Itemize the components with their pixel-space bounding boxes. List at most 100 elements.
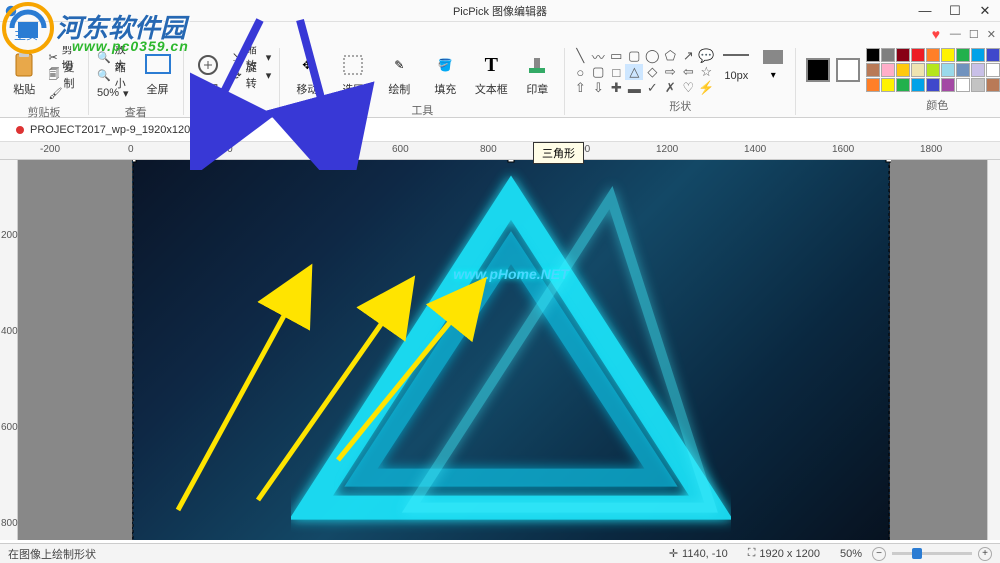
ruler-horizontal: -200020040060080010001200140016001800 — [0, 142, 1000, 160]
color-swatch[interactable] — [896, 78, 910, 92]
color-swatch[interactable] — [881, 78, 895, 92]
color2[interactable] — [836, 58, 860, 82]
color-swatch[interactable] — [986, 78, 1000, 92]
unsaved-dot-icon — [16, 126, 24, 134]
color1[interactable] — [806, 58, 830, 82]
paste-icon — [10, 51, 38, 79]
canvas[interactable]: www.pHome.NET — [18, 160, 1000, 540]
minimize-button[interactable]: — — [910, 0, 940, 22]
ribbon-tabs: 主页 帮助 ♥ — ☐ ✕ — [0, 22, 1000, 46]
shape-arrowl[interactable]: ⇦ — [679, 64, 697, 80]
shape-triangle[interactable]: △ — [625, 64, 643, 80]
paste-label: 粘贴 — [13, 81, 35, 97]
tab-home[interactable]: 主页 — [8, 26, 44, 43]
close-button[interactable]: ✕ — [970, 0, 1000, 22]
color-swatch[interactable] — [956, 63, 970, 77]
shape-tooltip: 三角形 — [533, 142, 584, 164]
sec-close[interactable]: ✕ — [987, 28, 996, 41]
shape-bolt[interactable]: ⚡ — [697, 80, 715, 96]
zoom-out[interactable]: − — [872, 547, 886, 561]
fill-options[interactable]: ▾ — [757, 48, 789, 81]
shape-gallery[interactable]: ╲ 〰 ▭ ▢ ◯ ⬠ ↗ 💬 ○ ▢ □ △ ◇ ⇨ ⇦ ☆ ⇧ ⇩ ✚ ▬ — [571, 48, 715, 96]
shape-minus[interactable]: ▬ — [625, 80, 643, 96]
shape-ellipse[interactable]: ◯ — [643, 48, 661, 64]
zoomin-icon: 🔍 — [97, 51, 111, 64]
color-swatch[interactable] — [956, 78, 970, 92]
brush-icon: 🖌 — [48, 87, 62, 100]
heart-icon[interactable]: ♥ — [932, 26, 940, 42]
color-swatch[interactable] — [941, 48, 955, 62]
shape-check[interactable]: ✓ — [643, 80, 661, 96]
color-palette[interactable] — [866, 48, 1000, 92]
status-dims: ⛶1920 x 1200 — [738, 547, 830, 560]
crosshair-icon: ✛ — [669, 547, 678, 560]
color-swatch[interactable] — [911, 48, 925, 62]
color-swatch[interactable] — [926, 78, 940, 92]
shape-roundrect2[interactable]: ▢ — [589, 64, 607, 80]
color-swatch[interactable] — [911, 63, 925, 77]
color-swatch[interactable] — [986, 48, 1000, 62]
text-tool[interactable]: T文本框 — [470, 48, 512, 100]
shape-heart[interactable]: ♡ — [679, 80, 697, 96]
shape-arrowd[interactable]: ⇩ — [589, 80, 607, 96]
color-swatch[interactable] — [956, 48, 970, 62]
text-icon: T — [477, 51, 505, 79]
window-controls: — ☐ ✕ — [910, 0, 1000, 22]
color-swatch[interactable] — [866, 48, 880, 62]
shape-rect[interactable]: ▭ — [607, 48, 625, 64]
color-swatch[interactable] — [866, 78, 880, 92]
shape-rect2[interactable]: □ — [607, 64, 625, 80]
zoom-out-button[interactable]: 🔍缩小 — [95, 66, 135, 84]
group-shapes-label: 形状 — [571, 96, 789, 116]
shape-circle[interactable]: ○ — [571, 64, 589, 80]
fillstyle-icon — [761, 48, 785, 68]
color-swatch[interactable] — [986, 63, 1000, 77]
shape-arrowu[interactable]: ⇧ — [571, 80, 589, 96]
format-painter[interactable]: 🖌 — [46, 84, 82, 102]
color-swatch[interactable] — [881, 48, 895, 62]
color-swatch[interactable] — [941, 78, 955, 92]
color-swatch[interactable] — [971, 78, 985, 92]
color-swatch[interactable] — [911, 78, 925, 92]
line-width: 10px — [724, 70, 748, 82]
stamp-tool[interactable]: 印章 — [516, 48, 558, 100]
shape-line[interactable]: ╲ — [571, 48, 589, 64]
maximize-button[interactable]: ☐ — [940, 0, 970, 22]
sec-maximize[interactable]: ☐ — [969, 28, 979, 41]
shape-callout[interactable]: 💬 — [697, 48, 715, 64]
shape-curve[interactable]: 〰 — [589, 48, 607, 64]
fullscreen-icon — [144, 51, 172, 79]
copy-button[interactable]: 🗐复制 — [46, 66, 82, 84]
outline-options[interactable]: 10px — [719, 48, 753, 82]
color-swatch[interactable] — [926, 63, 940, 77]
shape-star[interactable]: ☆ — [697, 64, 715, 80]
sec-minimize[interactable]: — — [950, 28, 961, 41]
color-swatch[interactable] — [926, 48, 940, 62]
shape-arrowr[interactable]: ⇨ — [661, 64, 679, 80]
shape-roundrect[interactable]: ▢ — [625, 48, 643, 64]
color-swatch[interactable] — [971, 48, 985, 62]
color-swatch[interactable] — [896, 48, 910, 62]
shape-diamond[interactable]: ◇ — [643, 64, 661, 80]
fill-tool[interactable]: 🪣填充 — [424, 48, 466, 100]
color-swatch[interactable] — [866, 63, 880, 77]
color-swatch[interactable] — [896, 63, 910, 77]
shape-x[interactable]: ✗ — [661, 80, 679, 96]
color-swatch[interactable] — [941, 63, 955, 77]
bucket-icon: 🪣 — [431, 51, 459, 79]
shape-arrow[interactable]: ↗ — [679, 48, 697, 64]
document-filename: PROJECT2017_wp-9_1920x1200.jpg — [30, 124, 214, 136]
shape-plus[interactable]: ✚ — [607, 80, 625, 96]
titlebar: PicPick 图像编辑器 — ☐ ✕ — [0, 0, 1000, 22]
color-swatch[interactable] — [881, 63, 895, 77]
paste-button[interactable]: 粘贴 — [6, 48, 42, 100]
zoom-slider[interactable] — [892, 552, 972, 555]
shape-polygon[interactable]: ⬠ — [661, 48, 679, 64]
stamp-icon — [523, 51, 551, 79]
copy-icon: 🗐 — [48, 66, 59, 85]
zoom-in[interactable]: + — [978, 547, 992, 561]
fullscreen-button[interactable]: 全屏 — [139, 48, 177, 100]
color-swatch[interactable] — [971, 63, 985, 77]
zoom-pct[interactable]: 50% ▾ — [95, 84, 135, 102]
yellow-arrows — [148, 200, 488, 520]
